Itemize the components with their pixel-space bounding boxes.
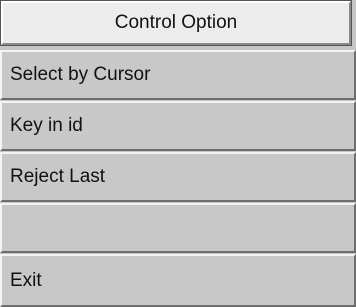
menu-title: Control Option <box>0 0 352 46</box>
exit-button[interactable]: Exit <box>0 254 356 307</box>
key-in-id-button[interactable]: Key in id <box>0 101 356 151</box>
select-by-cursor-button[interactable]: Select by Cursor <box>0 50 356 100</box>
reject-last-button[interactable]: Reject Last <box>0 152 356 202</box>
empty-menu-slot <box>0 203 356 253</box>
control-option-menu: Control Option Select by Cursor Key in i… <box>0 0 356 307</box>
